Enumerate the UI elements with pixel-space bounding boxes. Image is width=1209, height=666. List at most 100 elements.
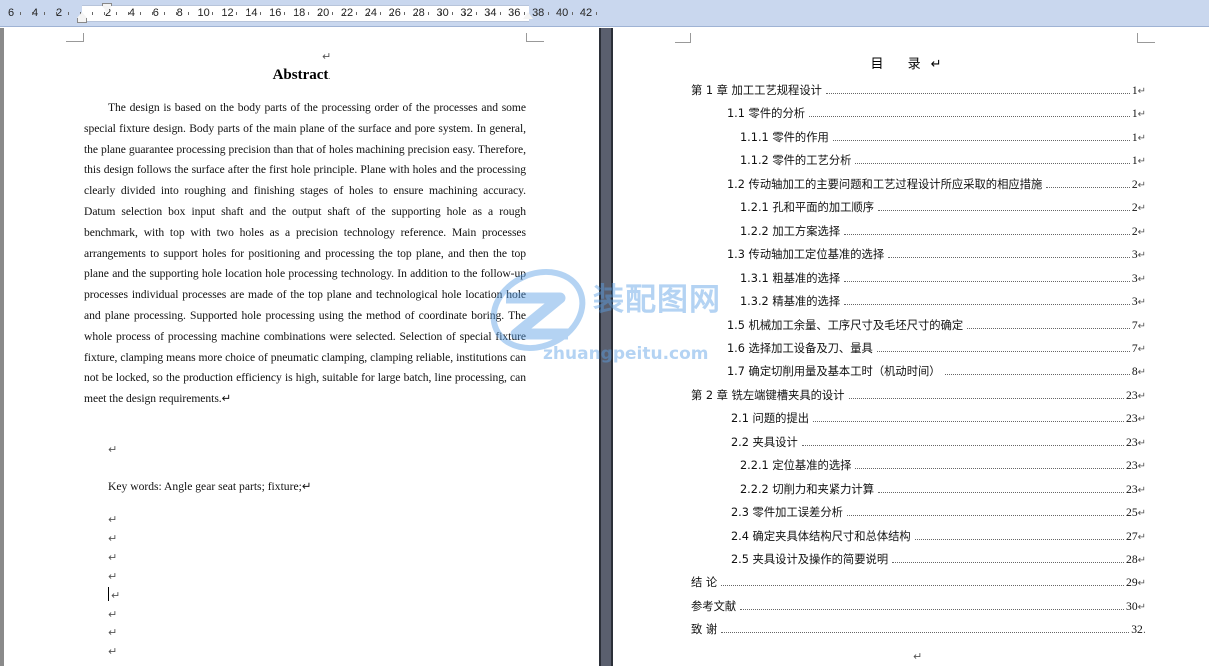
toc-entry[interactable]: 1.6 选择加工设备及刀、量具 7 ↵: [727, 340, 1146, 358]
toc-entry[interactable]: 1.7 确定切削用量及基本工时（机动时间） 8 ↵: [727, 363, 1146, 381]
toc-entry[interactable]: 1.1.2 零件的工艺分析 1 ↵: [740, 152, 1146, 170]
toc-page-number: 23: [1126, 482, 1138, 496]
ruler-tick: [404, 12, 405, 15]
toc-entry[interactable]: 2.2 夹具设计 23 ↵: [731, 434, 1146, 452]
toc-leader-dots: [888, 249, 1130, 259]
ruler-tick: [416, 12, 417, 15]
toc-leader-dots: [892, 554, 1125, 563]
margin-corner-top-right: [1137, 33, 1155, 43]
ruler-number: 28: [412, 7, 425, 19]
abstract-body-text[interactable]: The design is based on the body parts of…: [84, 98, 526, 410]
toc-entry[interactable]: 1.2.2 加工方案选择 2 ↵: [740, 223, 1146, 241]
toc-entry[interactable]: 1.2 传动轴加工的主要问题和工艺过程设计所应采取的相应措施 2 ↵: [727, 176, 1146, 194]
toc-entry[interactable]: 2.2.1 定位基准的选择 23 ↵: [740, 457, 1146, 475]
ruler-tick: [128, 12, 129, 15]
paragraph-mark: ↵: [108, 570, 118, 583]
left-indent-marker[interactable]: [77, 12, 87, 23]
toc-entry[interactable]: 第 1 章 加工工艺规程设计 1 ↵: [691, 82, 1146, 100]
paragraph-mark: ↵: [108, 443, 118, 456]
toc-entry-title: 2.2.1 定位基准的选择: [740, 459, 852, 473]
ruler-tick: [92, 12, 93, 15]
first-line-indent-marker[interactable]: [102, 3, 112, 12]
ruler-tick: [332, 12, 333, 15]
paragraph-mark: ↵: [1137, 531, 1146, 543]
keywords-line[interactable]: Key words: Angle gear seat parts; fixtur…: [108, 479, 312, 493]
ruler-tick: [176, 12, 177, 15]
horizontal-ruler[interactable]: 6 4 2 2 4 6 8 10 12 14 16 18 20 22 24 26 28 30 32 34 36 38 40 4…: [0, 0, 1209, 27]
toc-leader-dots: [813, 413, 1125, 423]
toc-entry-title: 1.3.1 粗基准的选择: [740, 271, 841, 285]
paragraph-mark: ↵: [108, 513, 118, 526]
ruler-number: 24: [364, 7, 378, 19]
toc-entry[interactable]: 第 2 章 铣左端键槽夹具的设计 23 ↵: [691, 387, 1146, 405]
paragraph-mark: ↵: [1137, 86, 1146, 97]
paragraph-mark: ↵: [1137, 132, 1146, 144]
toc-entry[interactable]: 致 谢 32.: [691, 621, 1146, 639]
toc-entry[interactable]: 1.1.1 零件的作用 1 ↵: [740, 129, 1146, 147]
ruler-tick: [512, 12, 513, 15]
toc-entry[interactable]: 2.3 零件加工误差分析 25 ↵: [731, 504, 1146, 522]
ruler-tick: [32, 12, 33, 15]
ruler-tick: [284, 12, 285, 15]
toc-entry[interactable]: 1.1 零件的分析 1 ↵: [727, 105, 1146, 123]
paragraph-mark: ↵: [108, 532, 118, 545]
toc-entry-title: 1.5 机械加工余量、工序尺寸及毛坯尺寸的确定: [727, 318, 964, 332]
paragraph-mark: ↵: [1137, 226, 1146, 238]
toc-leader-dots: [855, 155, 1130, 165]
document-page-toc[interactable]: 目 录↵ 第 1 章 加工工艺规程设计 1 ↵ 1.1 零件的分析 1 ↵ 1.1.1 零件…: [613, 28, 1209, 666]
toc-leader-dots: [825, 85, 1130, 94]
toc-leader-dots: [844, 273, 1130, 282]
toc-entry[interactable]: 2.1 问题的提出 23 ↵: [731, 410, 1146, 428]
toc-entry[interactable]: 1.3.2 精基准的选择 3 ↵: [740, 293, 1146, 311]
toc-entry[interactable]: 1.3.1 粗基准的选择 3 ↵: [740, 270, 1146, 288]
toc-title: 目 录↵: [870, 57, 952, 72]
toc-entry[interactable]: 参考文献 30 ↵: [691, 598, 1146, 616]
toc-entry[interactable]: 2.2.2 切削力和夹紧力计算 23 ↵: [740, 481, 1146, 499]
toc-entry[interactable]: 2.4 确定夹具体结构尺寸和总体结构 27 ↵: [731, 528, 1146, 546]
ruler-tick: [296, 12, 297, 15]
paragraph-mark: ↵: [1137, 156, 1146, 168]
toc-entry[interactable]: 1.3 传动轴加工定位基准的选择 3 ↵: [727, 246, 1146, 264]
paragraph-mark: ↵: [108, 626, 118, 639]
abstract-heading: Abstract.: [4, 67, 599, 84]
paragraph-mark: .: [1142, 625, 1146, 637]
toc-entry-title: 2.1 问题的提出: [731, 412, 810, 426]
text-cursor: [108, 587, 109, 601]
ruler-tick: [548, 12, 549, 15]
ruler-number: 20: [316, 7, 330, 19]
paragraph-mark: ↵: [1137, 297, 1146, 309]
toc-entry-title: 2.3 零件加工误差分析: [731, 506, 843, 520]
paragraph-mark: ↵: [1137, 179, 1146, 191]
paragraph-mark: ↵: [322, 50, 332, 63]
toc-entry-title: 结 论: [691, 576, 718, 590]
toc-page-number: 32: [1131, 623, 1143, 637]
toc-entry[interactable]: 2.5 夹具设计及操作的简要说明 28 ↵: [731, 551, 1146, 569]
toc-entry[interactable]: 1.5 机械加工余量、工序尺寸及毛坯尺寸的确定 7 ↵: [727, 317, 1146, 335]
document-page-abstract[interactable]: ↵ Abstract. The design is based on the b…: [4, 28, 599, 666]
ruler-tick: [344, 12, 345, 15]
toc-leader-dots: [740, 601, 1125, 610]
toc-leader-dots: [878, 202, 1130, 212]
toc-leader-dots: [832, 132, 1130, 141]
heading-mark: .: [328, 72, 331, 81]
toc-entry-title: 1.3 传动轴加工定位基准的选择: [727, 248, 885, 262]
toc-entry-title: 1.2.2 加工方案选择: [740, 224, 841, 238]
toc-leader-dots: [914, 531, 1125, 540]
ruler-tick: [116, 12, 117, 15]
toc-entry[interactable]: 结 论 29 ↵: [691, 574, 1146, 592]
paragraph-mark: ↵: [1137, 437, 1146, 449]
toc-leader-dots: [876, 343, 1130, 352]
ruler-tick: [356, 12, 357, 15]
ruler-tick: [152, 12, 153, 15]
toc-entry-title: 1.1 零件的分析: [727, 107, 806, 121]
toc-entry[interactable]: 1.2.1 孔和平面的加工顺序 2 ↵: [740, 199, 1146, 217]
right-indent-marker[interactable]: [523, 12, 533, 19]
ruler-tick: [308, 12, 309, 15]
paragraph-mark: ↵: [111, 589, 121, 602]
toc-entry-title: 参考文献: [691, 599, 737, 613]
paragraph-mark: ↵: [1137, 320, 1146, 332]
ruler-number: 30: [436, 7, 449, 19]
toc-leader-dots: [855, 460, 1125, 470]
paragraph-mark: ↵: [1137, 250, 1146, 262]
ruler-tick: [164, 12, 165, 15]
